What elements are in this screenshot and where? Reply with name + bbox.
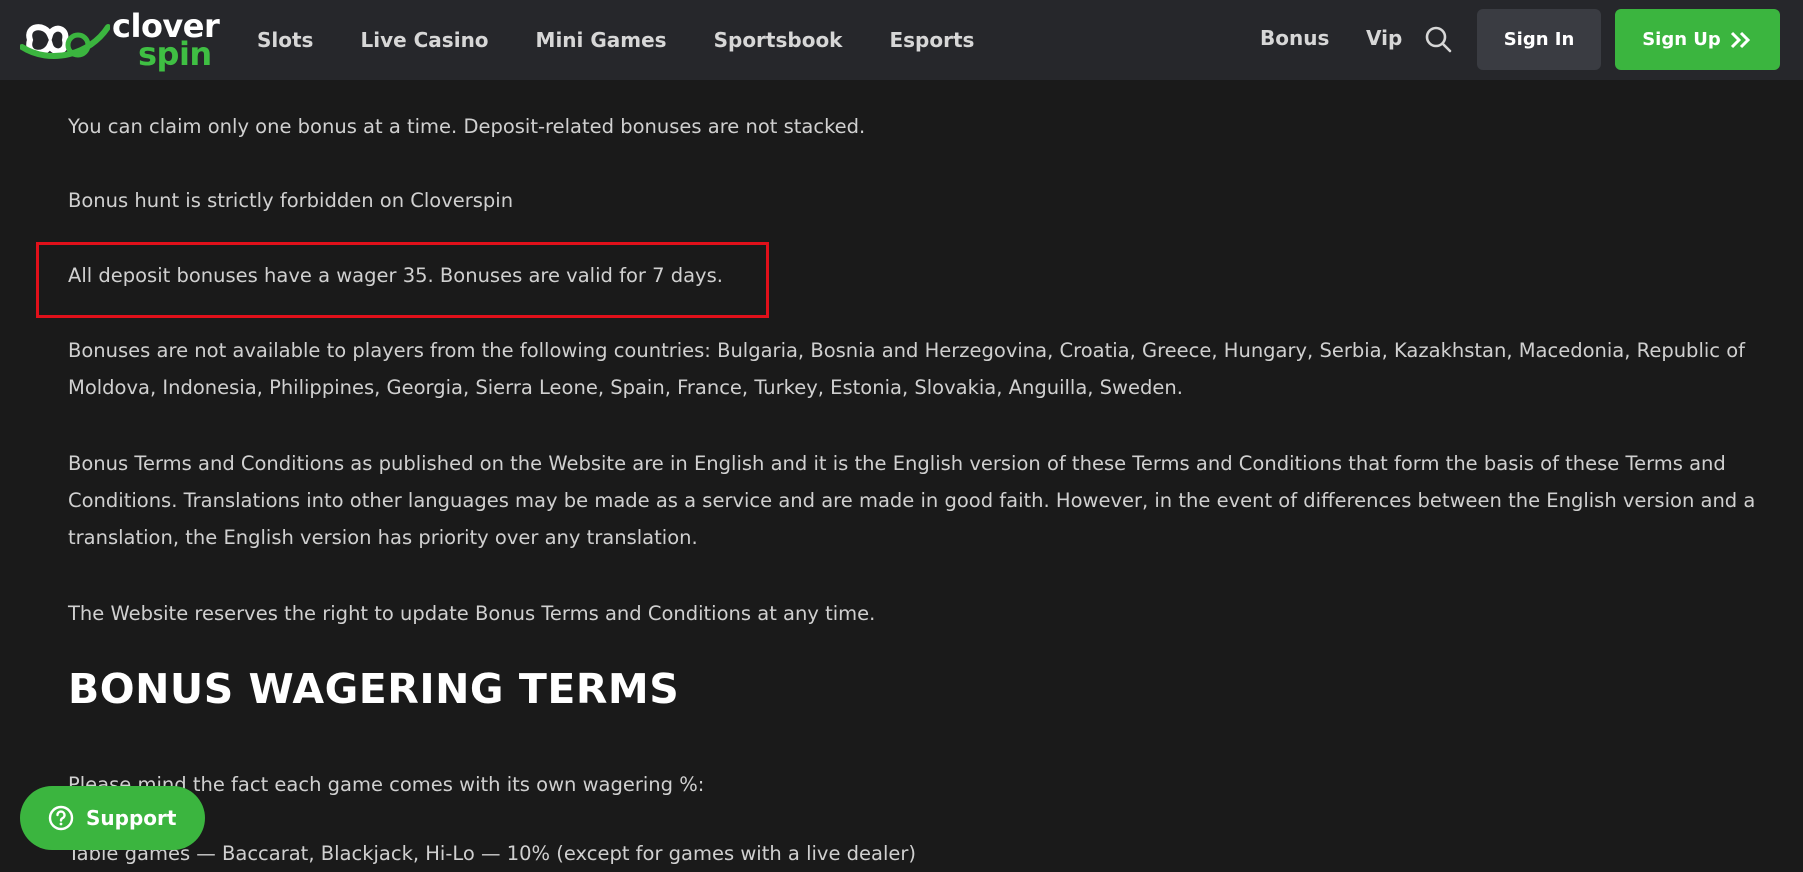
- support-button[interactable]: Support: [20, 786, 205, 850]
- terms-paragraph-language: Bonus Terms and Conditions as published …: [68, 452, 1756, 549]
- top-header: clover spin Slots Live Casino Mini Games…: [0, 0, 1803, 80]
- search-icon[interactable]: [1423, 24, 1453, 54]
- terms-paragraph-wager: All deposit bonuses have a wager 35. Bon…: [68, 264, 723, 287]
- sign-up-label: Sign Up: [1642, 29, 1721, 50]
- sign-in-button[interactable]: Sign In: [1477, 9, 1601, 70]
- logo-wordmark: clover spin: [112, 10, 220, 73]
- nav-slots[interactable]: Slots: [257, 28, 313, 52]
- clover-logo-icon: [20, 24, 110, 60]
- support-label: Support: [86, 806, 177, 830]
- nav-vip[interactable]: Vip: [1366, 26, 1402, 50]
- nav-bonus[interactable]: Bonus: [1260, 26, 1329, 50]
- help-circle-icon: [48, 805, 74, 831]
- nav-live-casino[interactable]: Live Casino: [360, 28, 488, 52]
- sign-up-button[interactable]: Sign Up: [1615, 9, 1780, 70]
- main-nav: Slots Live Casino Mini Games Sportsbook …: [257, 0, 1021, 80]
- terms-paragraph-update: The Website reserves the right to update…: [68, 602, 876, 625]
- terms-paragraph-restricted-countries: Bonuses are not available to players fro…: [68, 339, 1745, 399]
- terms-paragraph-one-bonus: You can claim only one bonus at a time. …: [68, 115, 866, 138]
- double-chevron-right-icon: [1730, 31, 1750, 48]
- nav-sportsbook[interactable]: Sportsbook: [714, 28, 843, 52]
- nav-mini-games[interactable]: Mini Games: [536, 28, 667, 52]
- terms-paragraph-bonus-hunt: Bonus hunt is strictly forbidden on Clov…: [68, 189, 514, 212]
- clover-spin-logo[interactable]: clover spin: [20, 10, 235, 70]
- nav-esports[interactable]: Esports: [889, 28, 974, 52]
- logo-line2: spin: [138, 35, 212, 73]
- section-heading-wagering: BONUS WAGERING TERMS: [68, 665, 680, 713]
